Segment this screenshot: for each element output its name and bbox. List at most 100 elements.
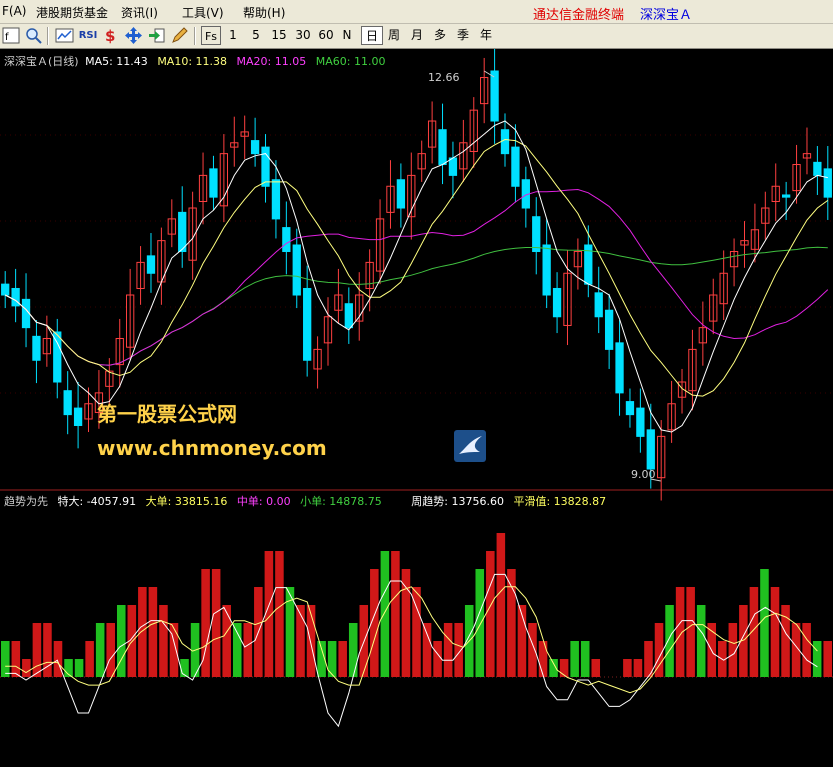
dadan-label: 大单: 33815.16 [145, 495, 228, 508]
indicator-bar [169, 623, 179, 677]
candle-body [448, 157, 458, 176]
period-60[interactable]: 60 [316, 26, 336, 45]
indicator-bar [686, 587, 695, 677]
period-week[interactable]: 周 [386, 26, 402, 45]
candle-body [21, 298, 31, 329]
period-30[interactable]: 30 [293, 26, 313, 45]
candle-body [282, 227, 291, 253]
indicator-bar [665, 605, 674, 677]
indicator-bar [32, 623, 42, 677]
candle-body [490, 70, 499, 122]
indicator-bar [654, 623, 664, 677]
indicator-bar [222, 605, 231, 677]
period-5[interactable]: 5 [249, 26, 263, 45]
period-15[interactable]: 15 [269, 26, 289, 45]
indicator-bar [275, 551, 284, 677]
candle-body [396, 179, 406, 209]
indicator-bar [22, 659, 31, 677]
candle-body [303, 287, 312, 361]
dollar-icon[interactable]: $ [101, 26, 120, 45]
indicator-bar [633, 659, 643, 677]
indicator-bar [591, 659, 601, 677]
weekly-trend-label: 周趋势: 13756.60 [411, 495, 504, 508]
watermark-url: www.chnmoney.com [97, 436, 327, 460]
candle-body [292, 244, 301, 296]
indicator-bar [433, 641, 442, 677]
stock-name-header: 深深宝Ａ [640, 8, 693, 23]
indicator-bar [1, 641, 10, 677]
menu-item-info[interactable]: 资讯(I) [121, 4, 158, 21]
candle-body [636, 407, 645, 437]
indicator-bar [11, 641, 21, 677]
indicator-bar [443, 623, 453, 677]
export-icon[interactable] [147, 26, 166, 45]
indicator-bar [85, 641, 94, 677]
indicator-bar [559, 659, 569, 677]
candle-body [625, 401, 635, 416]
ma60-label: MA60: 11.00 [315, 55, 386, 68]
period-year[interactable]: 年 [478, 26, 494, 45]
teda-label: 特大: -4057.91 [57, 495, 137, 508]
indicator-bar [528, 623, 537, 677]
indicator-bar [823, 641, 832, 677]
candle-body [823, 168, 832, 198]
candle-body [604, 309, 614, 350]
candle-body [646, 429, 655, 470]
magnify-icon[interactable] [24, 26, 43, 45]
indicator-bar [623, 659, 632, 677]
candle-body [63, 390, 72, 416]
svg-text:f: f [5, 32, 9, 43]
period-quarter[interactable]: 季 [455, 26, 471, 45]
candle-body [250, 140, 260, 155]
indicator-bar [95, 623, 105, 677]
candle-body [542, 244, 551, 296]
ma20-label: MA20: 11.05 [236, 55, 307, 68]
menu-item-futures[interactable]: 港股期货基金 [36, 4, 108, 21]
brand-name: 通达信金融终端 [533, 8, 625, 23]
menu-item-file[interactable]: F(A) [2, 4, 26, 18]
ma5-label: MA5: 11.43 [85, 55, 148, 68]
stock-title: 深深宝Ａ(日线) [4, 55, 79, 68]
indicator-bar [475, 569, 485, 677]
indicator-bar [391, 551, 400, 677]
period-month[interactable]: 月 [409, 26, 425, 45]
period-1[interactable]: 1 [226, 26, 240, 45]
indicator-bar [380, 551, 390, 677]
low-price-label: 9.00 [631, 468, 656, 481]
period-n[interactable]: N [340, 26, 354, 45]
menu-bar: F(A) 港股期货基金 资讯(I) 工具(V) 帮助(H) 通达信金融终端 深深… [0, 0, 833, 24]
indicator-bar [760, 569, 769, 677]
indicator-bar [486, 551, 495, 677]
rsi-button[interactable]: RSI [78, 26, 98, 45]
move-icon[interactable] [124, 26, 143, 45]
candle-body [594, 292, 603, 318]
indicator-bar [159, 605, 168, 677]
chart-icon[interactable] [55, 26, 74, 45]
indicator-bar [211, 569, 221, 677]
high-price-label: 12.66 [428, 71, 460, 84]
fs-button[interactable]: Fs [201, 26, 221, 45]
indicator-bar [148, 587, 158, 677]
candle-body [209, 168, 218, 198]
indicator-bar [338, 641, 347, 677]
zhongdan-label: 中单: 0.00 [236, 495, 291, 508]
indicator-bar [243, 623, 253, 677]
candle-body [32, 335, 41, 361]
candle-body [146, 255, 156, 274]
indicator-bar [53, 641, 63, 677]
menu-item-tools[interactable]: 工具(V) [182, 4, 224, 21]
indicator-panel-header: 趋势为先 特大: -4057.91 大单: 33815.16 中单: 0.00 … [4, 493, 606, 509]
fx-icon[interactable]: f [2, 26, 21, 45]
indicator-bar [770, 587, 780, 677]
candle-body [552, 287, 562, 318]
indicator-bar [348, 623, 358, 677]
indicator-bar [570, 641, 579, 677]
pencil-icon[interactable] [170, 26, 189, 45]
indicator-bar [296, 605, 305, 677]
candle-body [438, 129, 447, 166]
indicator-bar [496, 533, 506, 677]
period-multi[interactable]: 多 [432, 26, 448, 45]
period-day[interactable]: 日 [361, 26, 383, 45]
menu-item-help[interactable]: 帮助(H) [243, 4, 285, 21]
svg-text:$: $ [105, 27, 115, 45]
